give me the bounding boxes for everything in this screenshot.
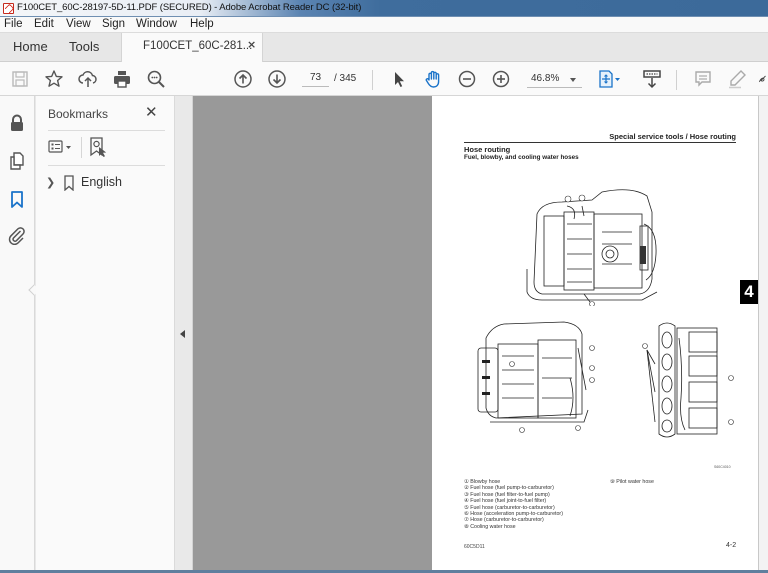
close-panel-icon[interactable]: ✕ xyxy=(145,103,158,121)
tab-document-label: F100CET_60C-281... xyxy=(143,40,253,52)
previous-page-icon[interactable] xyxy=(233,69,253,89)
vertical-scrollbar[interactable] xyxy=(758,96,768,573)
toolbar-divider xyxy=(372,70,373,90)
next-page-icon[interactable] xyxy=(267,69,287,89)
zoom-out-icon[interactable] xyxy=(457,69,477,89)
chapter-tab: 4 xyxy=(740,280,758,304)
zoom-level-dropdown[interactable]: 46.8% xyxy=(527,72,582,88)
pages-icon[interactable] xyxy=(7,151,27,171)
upload-cloud-icon[interactable] xyxy=(78,69,98,89)
panel-divider xyxy=(48,165,165,166)
menu-window[interactable]: Window xyxy=(136,18,177,30)
page-number-input[interactable]: 73 xyxy=(302,72,329,87)
highlight-pen-icon[interactable] xyxy=(727,69,747,89)
menu-help[interactable]: Help xyxy=(190,18,214,30)
page-footer-code: 60C5D11 xyxy=(464,544,485,550)
bookmarks-icon[interactable] xyxy=(7,189,27,209)
figure-id: S60C4010 xyxy=(714,465,731,469)
document-viewer[interactable]: Special service tools / Hose routing Hos… xyxy=(193,96,768,573)
page-running-header: Special service tools / Hose routing xyxy=(609,132,736,141)
tab-home[interactable]: Home xyxy=(13,33,48,62)
bookmark-item-english[interactable]: ❯ English xyxy=(46,174,164,192)
section-subtitle: Fuel, blowby, and cooling water hoses xyxy=(464,154,579,161)
chevron-down-icon xyxy=(570,78,576,82)
panel-divider xyxy=(48,130,165,131)
bookmark-options-dropdown[interactable] xyxy=(48,138,76,156)
sign-icon[interactable] xyxy=(758,69,768,89)
window-title: F100CET_60C-28197-5D-11.PDF (SECURED) - … xyxy=(17,2,362,13)
pdf-page: Special service tools / Hose routing Hos… xyxy=(432,96,758,573)
scroll-mode-icon[interactable] xyxy=(642,69,662,89)
menu-view[interactable]: View xyxy=(66,18,91,30)
header-rule xyxy=(464,142,736,143)
acrobat-app-icon xyxy=(3,3,14,14)
toolbar-divider xyxy=(676,70,677,90)
main-toolbar: 73 / 345 46.8% xyxy=(0,62,768,96)
page-total: / 345 xyxy=(334,73,357,84)
window-title-bar: F100CET_60C-28197-5D-11.PDF (SECURED) - … xyxy=(0,0,768,17)
menu-file[interactable]: File xyxy=(4,18,23,30)
comment-icon[interactable] xyxy=(693,69,713,89)
tab-tools[interactable]: Tools xyxy=(69,33,99,62)
add-bookmark-icon[interactable] xyxy=(88,136,108,158)
collapse-panel-icon[interactable] xyxy=(180,330,185,338)
tab-bar: Home Tools F100CET_60C-281... × xyxy=(0,33,768,63)
legend-item: ⑧ Cooling water hose xyxy=(464,523,516,530)
intake-manifold-diagram xyxy=(642,322,734,438)
fit-page-icon[interactable] xyxy=(597,69,623,89)
bookmark-star-icon[interactable] xyxy=(44,69,64,89)
legend-list: ① Blowby hose ② Fuel hose (fuel pump-to-… xyxy=(464,479,614,530)
panel-collapse-strip[interactable] xyxy=(175,96,193,573)
menu-sign[interactable]: Sign xyxy=(102,18,125,30)
left-navigation-rail xyxy=(0,96,40,573)
zoom-in-icon[interactable] xyxy=(491,69,511,89)
hand-tool-icon[interactable] xyxy=(423,69,443,89)
select-cursor-icon[interactable] xyxy=(389,69,409,89)
bookmark-item-label: English xyxy=(81,175,122,189)
zoom-level-value: 46.8% xyxy=(531,73,560,84)
legend-list-col2: ⑨ Pilot water hose xyxy=(610,479,654,485)
section-title: Hose routing xyxy=(464,145,511,154)
lock-icon[interactable] xyxy=(7,113,27,133)
tab-close-icon[interactable]: × xyxy=(247,38,256,51)
tab-document[interactable]: F100CET_60C-281... × xyxy=(121,33,263,63)
chevron-right-icon[interactable]: ❯ xyxy=(46,176,55,189)
engine-top-view-diagram xyxy=(526,189,658,306)
page-footer-number: 4-2 xyxy=(726,542,737,549)
bookmarks-panel-title: Bookmarks xyxy=(48,107,109,121)
menu-edit[interactable]: Edit xyxy=(34,18,54,30)
panel-toolbar-divider xyxy=(81,137,82,158)
save-icon[interactable] xyxy=(10,69,30,89)
print-icon[interactable] xyxy=(112,69,132,89)
bookmarks-panel: Bookmarks ✕ ❯ English xyxy=(36,96,175,573)
bookmark-icon xyxy=(63,175,75,192)
engine-side-view-diagram xyxy=(477,321,595,433)
legend-item: ⑨ Pilot water hose xyxy=(610,479,654,485)
menu-bar: File Edit View Sign Window Help xyxy=(0,17,768,33)
search-zoom-icon[interactable] xyxy=(146,69,166,89)
attachment-icon[interactable] xyxy=(7,225,27,245)
